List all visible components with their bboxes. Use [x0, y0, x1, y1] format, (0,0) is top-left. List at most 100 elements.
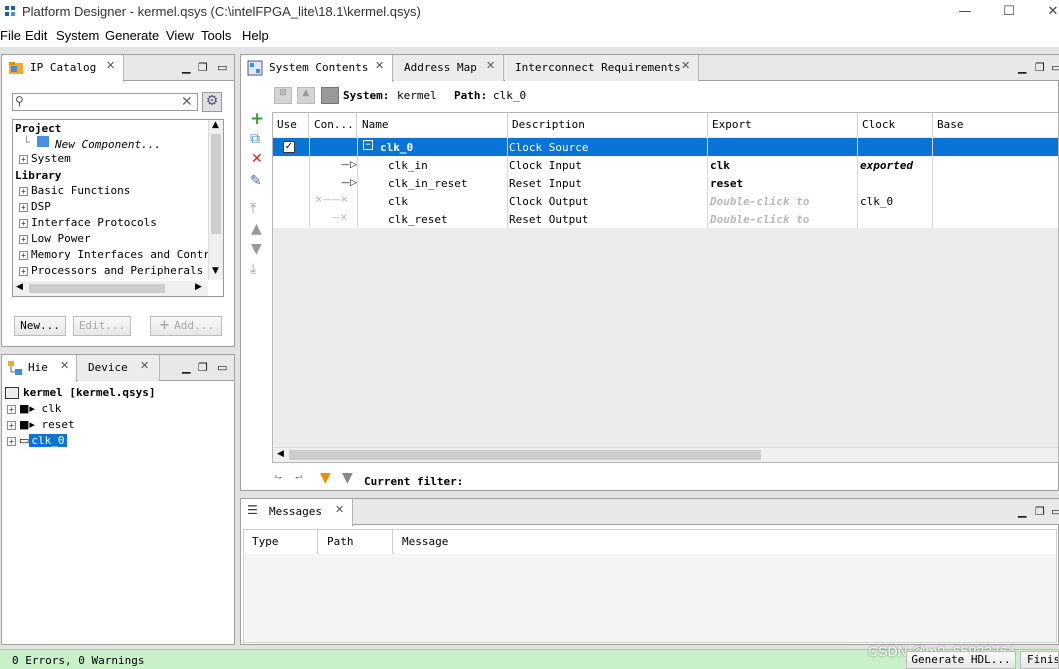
- filter-icon[interactable]: ▼: [320, 470, 331, 486]
- column-header-use[interactable]: Use: [273, 113, 309, 137]
- use-checkbox[interactable]: ✓: [283, 141, 295, 153]
- column-header-clock[interactable]: Clock: [858, 113, 933, 137]
- hierarchy-item-reset[interactable]: + ■▸ reset: [7, 418, 75, 431]
- minimize-panel-icon[interactable]: ▁: [1018, 505, 1026, 518]
- tree-item-dsp[interactable]: + DSP: [19, 200, 51, 213]
- table-row[interactable]: ×——× clk Clock Output Double-click to cl…: [273, 192, 1058, 210]
- clear-filter-icon[interactable]: ▼: [342, 470, 353, 486]
- column-header-path[interactable]: Path: [319, 530, 393, 554]
- tab-interconnect-requirements[interactable]: Interconnect Requirements ✕: [505, 55, 699, 81]
- minimize-panel-icon[interactable]: ▁: [1018, 61, 1026, 74]
- table-row[interactable]: —▷ clk_in Clock Input clk exported: [273, 156, 1058, 174]
- hide-signals-icon[interactable]: ⥋: [295, 472, 303, 483]
- table-row[interactable]: ✓ − clk_0 Clock Source: [273, 138, 1058, 156]
- edit-icon[interactable]: ✎: [250, 173, 262, 189]
- scroll-left-icon[interactable]: ◀: [16, 282, 23, 292]
- tree-item-memory-interfaces[interactable]: + Memory Interfaces and Control: [19, 248, 223, 261]
- close-tab-icon[interactable]: ✕: [486, 59, 495, 72]
- restore-panel-icon[interactable]: ❐: [1035, 61, 1045, 74]
- add-button[interactable]: + Add...: [150, 316, 222, 336]
- menu-generate[interactable]: Generate: [105, 28, 159, 43]
- row-export[interactable]: Double-click to: [710, 195, 855, 208]
- minimize-panel-icon[interactable]: ▁: [182, 361, 190, 374]
- horizontal-scrollbar[interactable]: ◀: [273, 447, 1058, 462]
- finish-button[interactable]: Finish: [1020, 651, 1059, 669]
- hierarchy-item-clk[interactable]: + ■▸ clk: [7, 402, 61, 415]
- horizontal-scrollbar[interactable]: ◀ ▶: [13, 281, 208, 296]
- menu-tools[interactable]: Tools: [201, 28, 231, 43]
- menu-edit[interactable]: Edit: [25, 28, 47, 43]
- add-icon[interactable]: +: [250, 109, 264, 129]
- scroll-up-icon[interactable]: ▲: [212, 120, 219, 130]
- hierarchy-item-clk-0[interactable]: + ▭ clk_0: [7, 434, 67, 447]
- gear-icon[interactable]: ⚙: [202, 92, 222, 112]
- clear-search-icon[interactable]: ✕: [181, 94, 193, 110]
- column-header-description[interactable]: Description: [508, 113, 708, 137]
- hierarchy-root[interactable]: kermel [kermel.qsys]: [5, 386, 155, 399]
- edit-button[interactable]: Edit...: [73, 316, 131, 336]
- close-tab-icon[interactable]: ✕: [140, 359, 149, 372]
- table-row[interactable]: —× clk_reset Reset Output Double-click t…: [273, 210, 1058, 228]
- row-export[interactable]: clk: [710, 159, 730, 172]
- duplicate-icon[interactable]: ⧉: [250, 131, 260, 147]
- new-component-item[interactable]: New Component...: [55, 138, 161, 151]
- tree-item-system[interactable]: + System: [19, 152, 71, 165]
- close-tab-icon[interactable]: ✕: [335, 503, 344, 516]
- maximize-panel-icon[interactable]: ▭: [1051, 505, 1059, 518]
- tab-hierarchy[interactable]: Hie ✕: [2, 355, 77, 382]
- up-level-icon[interactable]: ▲: [297, 87, 315, 104]
- close-tab-icon[interactable]: ✕: [375, 59, 384, 72]
- move-down-icon[interactable]: ▼: [251, 241, 262, 257]
- close-tab-icon[interactable]: ✕: [681, 59, 690, 72]
- column-header-connections[interactable]: Con...: [310, 113, 357, 137]
- scrollbar-thumb[interactable]: [29, 284, 165, 293]
- column-header-message[interactable]: Message: [394, 530, 1056, 554]
- maximize-button[interactable]: ☐: [994, 2, 1024, 22]
- restore-panel-icon[interactable]: ❐: [198, 361, 208, 374]
- menu-system[interactable]: System: [56, 28, 99, 43]
- column-header-name[interactable]: Name: [358, 113, 508, 137]
- scroll-right-icon[interactable]: ▶: [195, 282, 202, 292]
- menu-help[interactable]: Help: [242, 28, 269, 43]
- tab-device[interactable]: Device ✕: [78, 355, 160, 381]
- generate-hdl-button[interactable]: Generate HDL...: [906, 651, 1016, 669]
- collapse-row-icon[interactable]: −: [363, 140, 373, 150]
- scrollbar-thumb[interactable]: [289, 450, 761, 460]
- minimize-panel-icon[interactable]: ▁: [182, 61, 190, 74]
- new-button[interactable]: New...: [14, 316, 66, 336]
- column-header-export[interactable]: Export: [708, 113, 858, 137]
- search-input[interactable]: ⚲ ✕: [12, 93, 198, 111]
- scroll-left-icon[interactable]: ◀: [277, 449, 284, 459]
- tab-address-map[interactable]: Address Map ✕: [394, 55, 504, 81]
- restore-panel-icon[interactable]: ❐: [1035, 505, 1045, 518]
- move-bottom-icon[interactable]: ⤓: [250, 261, 256, 277]
- tree-item-interface-protocols[interactable]: + Interface Protocols: [19, 216, 157, 229]
- maximize-panel-icon[interactable]: ▭: [217, 61, 227, 74]
- tree-item-low-power[interactable]: + Low Power: [19, 232, 91, 245]
- tree-item-processors[interactable]: + Processors and Peripherals: [19, 264, 203, 277]
- scrollbar-thumb[interactable]: [211, 134, 221, 234]
- tab-ip-catalog[interactable]: IP Catalog ✕: [2, 55, 124, 82]
- close-button[interactable]: ✕: [1038, 2, 1059, 22]
- tab-messages[interactable]: ☰ Messages ✕: [241, 499, 353, 526]
- close-tab-icon[interactable]: ✕: [106, 59, 115, 72]
- collapse-icon[interactable]: ⊠: [274, 87, 292, 104]
- tree-item-basic-functions[interactable]: + Basic Functions: [19, 184, 130, 197]
- minimize-button[interactable]: —: [950, 2, 980, 22]
- column-header-type[interactable]: Type: [244, 530, 318, 554]
- restore-panel-icon[interactable]: ❐: [198, 61, 208, 74]
- move-up-icon[interactable]: ▲: [251, 221, 262, 237]
- row-export[interactable]: Double-click to: [710, 213, 855, 226]
- vertical-scrollbar[interactable]: ▲ ▼: [208, 120, 223, 280]
- tab-system-contents[interactable]: System Contents ✕: [241, 55, 393, 82]
- maximize-panel-icon[interactable]: ▭: [217, 361, 227, 374]
- scroll-down-icon[interactable]: ▼: [212, 266, 219, 276]
- remove-icon[interactable]: ✕: [251, 151, 263, 167]
- row-export[interactable]: reset: [710, 177, 743, 190]
- show-signals-icon[interactable]: ⥊: [274, 472, 282, 483]
- menu-view[interactable]: View: [166, 28, 194, 43]
- column-header-base[interactable]: Base: [933, 113, 1058, 137]
- maximize-panel-icon[interactable]: ▭: [1051, 61, 1059, 74]
- close-tab-icon[interactable]: ✕: [60, 359, 69, 372]
- table-row[interactable]: —▷ clk_in_reset Reset Input reset: [273, 174, 1058, 192]
